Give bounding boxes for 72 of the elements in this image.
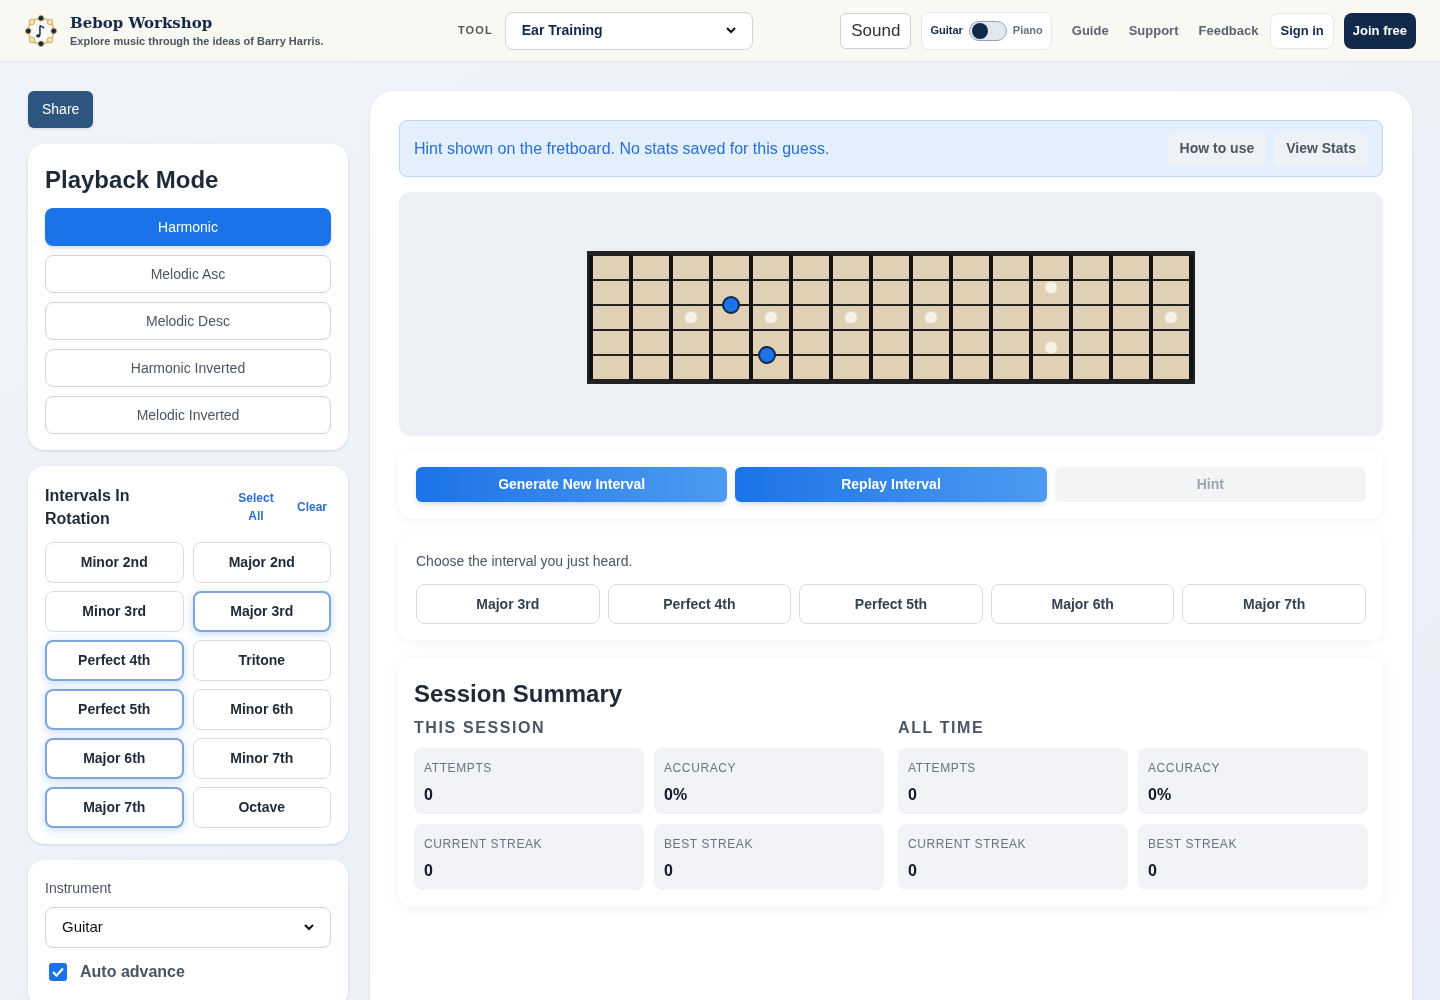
instrument-select[interactable]: Guitar [45, 907, 331, 948]
banner-text: Hint shown on the fretboard. No stats saved for this guess. [414, 138, 830, 159]
stat-value: 0 [908, 785, 918, 805]
stat-value: 0 [424, 785, 434, 805]
stat-label: ATTEMPTS [424, 760, 493, 777]
app-title: Bebop Workshop [70, 12, 214, 33]
answer-button[interactable]: Major 7th [1182, 584, 1366, 624]
stat-label: ACCURACY [664, 760, 738, 777]
stat-value: 0 [908, 861, 918, 881]
guitar-label: Guitar [930, 23, 963, 39]
interval-toggle[interactable]: Perfect 4th [45, 640, 184, 681]
piano-label: Piano [1012, 23, 1043, 39]
nav-link[interactable]: Feedback [1198, 20, 1259, 41]
interval-toggle[interactable]: Minor 7th [192, 738, 331, 779]
stat-value: 0% [1148, 785, 1173, 805]
auto-advance-label: Auto advance [80, 962, 185, 982]
answer-button[interactable]: Perfect 4th [607, 584, 792, 624]
select-all-link[interactable]: Select All [232, 489, 279, 525]
instrument-label: Instrument [45, 879, 113, 898]
stat-value: 0% [664, 785, 689, 805]
stat-label: CURRENT STREAK [908, 836, 1028, 853]
join-button[interactable]: Join free [1343, 12, 1416, 49]
interval-toggle[interactable]: Minor 2nd [45, 542, 184, 583]
interval-toggle[interactable]: Octave [192, 787, 331, 828]
logo-icon [24, 13, 58, 48]
interval-toggle[interactable]: Perfect 5th [45, 689, 184, 730]
stat-label: ATTEMPTS [908, 760, 977, 777]
stat-value: 0 [664, 861, 674, 881]
summary-group-title: THIS SESSION [414, 718, 547, 738]
playback-mode-option[interactable]: Melodic Asc [45, 255, 331, 293]
banner-button[interactable]: View Stats [1274, 131, 1368, 166]
banner-button[interactable]: How to use [1167, 131, 1267, 166]
playback-mode-option[interactable]: Melodic Desc [45, 302, 331, 340]
action-button[interactable]: Replay Interval [735, 467, 1047, 502]
stat-label: CURRENT STREAK [424, 836, 544, 853]
interval-toggle[interactable]: Minor 6th [192, 689, 331, 730]
chevron-down-icon [304, 924, 314, 931]
nav-link[interactable]: Guide [1071, 20, 1109, 41]
instrument-switch[interactable] [968, 20, 1007, 41]
nav-link[interactable]: Support [1128, 20, 1179, 41]
summary-group-title: ALL TIME [898, 718, 986, 738]
action-button[interactable]: Generate New Interval [416, 467, 728, 502]
stat-label: ACCURACY [1148, 760, 1222, 777]
interval-toggle[interactable]: Tritone [192, 640, 331, 681]
stat-value: 0 [424, 861, 434, 881]
stat-label: BEST STREAK [1148, 836, 1239, 853]
interval-toggle[interactable]: Major 3rd [192, 591, 331, 632]
sound-button[interactable]: Sound [840, 12, 912, 49]
intervals-title: Intervals In Rotation [45, 486, 131, 529]
answer-button[interactable]: Major 3rd [416, 584, 600, 624]
interval-toggle[interactable]: Major 7th [45, 787, 184, 828]
auto-advance-checkbox[interactable] [49, 963, 67, 981]
playback-mode-option[interactable]: Harmonic [45, 208, 331, 246]
playback-mode-option[interactable]: Melodic Inverted [45, 396, 331, 434]
answer-button[interactable]: Major 6th [990, 584, 1175, 624]
playback-mode-option[interactable]: Harmonic Inverted [45, 349, 331, 387]
stat-value: 0 [1148, 861, 1158, 881]
sign-in-button[interactable]: Sign in [1270, 12, 1334, 49]
prompt-text: Choose the interval you just heard. [416, 552, 634, 571]
clear-link[interactable]: Clear [296, 498, 327, 516]
tool-label: TOOL [458, 23, 493, 39]
playback-title: Playback Mode [45, 165, 220, 195]
stat-label: BEST STREAK [664, 836, 755, 853]
app-subtitle: Explore music through the ideas of Barry Harris. [70, 33, 325, 49]
answer-button[interactable]: Perfect 5th [799, 584, 983, 624]
summary-title: Session Summary [414, 679, 624, 709]
tool-select[interactable]: Ear Training [504, 11, 753, 50]
chevron-down-icon [725, 27, 736, 34]
share-button[interactable]: Share [28, 91, 94, 128]
interval-toggle[interactable]: Major 6th [45, 738, 184, 779]
interval-toggle[interactable]: Minor 3rd [45, 591, 184, 632]
interval-toggle[interactable]: Major 2nd [192, 542, 331, 583]
